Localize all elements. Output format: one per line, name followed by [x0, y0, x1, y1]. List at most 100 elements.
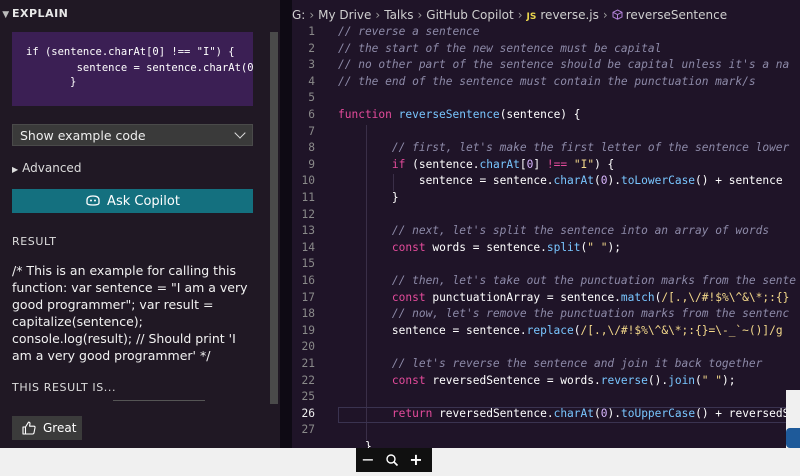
- zoom-in-button[interactable]: +: [406, 450, 426, 470]
- background-window-edge: [786, 390, 800, 448]
- example-code-line: sentence = sentence.charAt(0: [26, 62, 253, 74]
- code-line[interactable]: 5: [292, 91, 800, 108]
- line-number: 14: [301, 240, 315, 254]
- code-line[interactable]: 13 // next, let's split the sentence int…: [292, 224, 800, 241]
- code-line[interactable]: 12: [292, 208, 800, 225]
- code-line[interactable]: 17 const punctuationArray = sentence.mat…: [292, 291, 800, 308]
- line-text: }: [391, 191, 399, 204]
- code-line[interactable]: 2 // the start of the new sentence must b…: [292, 42, 800, 59]
- magnifier-icon: [386, 454, 399, 467]
- result-heading: RESULT: [12, 235, 57, 248]
- breadcrumb-item[interactable]: My Drive: [318, 8, 371, 22]
- example-code-line: if (sentence.charAt[0] !== "I") {: [26, 46, 235, 58]
- line-number: 10: [301, 174, 315, 188]
- code-line[interactable]: 4 // the end of the sentence must contain…: [292, 75, 800, 92]
- divider: [113, 400, 205, 401]
- line-number: 17: [301, 290, 315, 304]
- line-number: 2: [308, 41, 315, 55]
- line-number: 22: [301, 373, 315, 387]
- code-line[interactable]: 26 return reversedSentence.charAt(0).toU…: [292, 406, 800, 424]
- line-number: 11: [301, 191, 315, 204]
- chevron-down-icon: ▼: [2, 10, 10, 20]
- example-code-box: if (sentence.charAt[0] !== "I") { senten…: [12, 32, 253, 106]
- code-editor[interactable]: G: › My Drive › Talks › GitHub Copilot › JS rever…: [292, 0, 800, 448]
- line-text: sentence = sentence.replace(/[.,\/#!$%\^…: [391, 323, 783, 337]
- breadcrumb: G: › My Drive › Talks › GitHub Copilot › JS rever…: [292, 8, 727, 22]
- code-line[interactable]: 14 const words = sentence.split(" ");: [292, 241, 800, 258]
- line-number: 16: [301, 274, 315, 287]
- explain-section-header[interactable]: ▼ EXPLAIN: [0, 7, 68, 20]
- line-number: 27: [301, 423, 315, 437]
- chevron-right-icon: ›: [375, 8, 381, 22]
- code-line[interactable]: 16 // then, let's take out the punctuati…: [292, 274, 800, 291]
- code-line[interactable]: 25: [292, 390, 800, 407]
- line-number: 1: [308, 25, 315, 38]
- example-code-line: }: [70, 76, 77, 88]
- sidebar-scrollbar[interactable]: [270, 32, 278, 404]
- thumbs-up-icon: [22, 421, 36, 435]
- line-number: 19: [301, 323, 315, 337]
- chevron-right-icon: ›: [417, 8, 423, 22]
- line-text: // let's reverse the sentence and join i…: [391, 357, 763, 370]
- line-number: 20: [301, 340, 315, 354]
- breadcrumb-file[interactable]: reverse.js: [540, 8, 599, 22]
- line-number: 4: [308, 74, 315, 88]
- rating-heading: THIS RESULT IS...: [12, 381, 117, 394]
- line-number: 5: [308, 91, 315, 105]
- line-text: // reverse a sentence: [338, 25, 480, 38]
- code-line[interactable]: 1 // reverse a sentence: [292, 25, 800, 42]
- line-text: function reverseSentence(sentence) {: [338, 108, 581, 121]
- explain-panel: ▼ EXPLAIN if (sentence.charAt[0] !== "I")…: [0, 0, 280, 448]
- line-number: 21: [301, 357, 315, 370]
- code-line[interactable]: 18 // now, let's remove the punctuation …: [292, 307, 800, 324]
- code-line[interactable]: 10 sentence = sentence.charAt(0).toLower…: [292, 174, 800, 191]
- great-button[interactable]: Great: [12, 416, 82, 440]
- chevron-right-icon: ›: [309, 8, 315, 22]
- code-line[interactable]: }: [292, 440, 800, 448]
- breadcrumb-item[interactable]: G:: [292, 8, 305, 22]
- code-line[interactable]: 20: [292, 340, 800, 357]
- code-line[interactable]: 21 // let's reverse the sentence and joi…: [292, 357, 800, 374]
- line-number: 8: [308, 141, 315, 155]
- code-line[interactable]: 3 // no other part of the sentence should…: [292, 58, 800, 75]
- code-line[interactable]: 15: [292, 257, 800, 274]
- chevron-right-icon: ›: [602, 8, 608, 22]
- result-text: /* This is an example for calling this f…: [12, 263, 248, 363]
- line-text: const punctuationArray = sentence.match(…: [391, 290, 790, 304]
- line-text: // next, let's split the sentence into a…: [391, 224, 770, 238]
- line-number: 9: [308, 157, 315, 171]
- code-line[interactable]: 22 const reversedSentence = words.revers…: [292, 374, 800, 391]
- code-line[interactable]: 19 sentence = sentence.replace(/[.,\/#!$…: [292, 324, 800, 341]
- code-line[interactable]: 9 if (sentence.charAt[0] !== "I") {: [292, 158, 800, 175]
- line-number: 3: [308, 58, 315, 72]
- panel-divider: [280, 0, 292, 448]
- copilot-icon: [86, 195, 100, 206]
- zoom-reset-button[interactable]: [382, 450, 402, 470]
- line-text: sentence = sentence.charAt(0).toLowerCas…: [418, 174, 783, 188]
- ask-copilot-label: Ask Copilot: [107, 194, 180, 209]
- code-line[interactable]: 7: [292, 125, 800, 142]
- line-text: const reversedSentence = words.reverse()…: [391, 373, 736, 387]
- advanced-toggle[interactable]: ▶ Advanced: [12, 161, 81, 175]
- zoom-out-button[interactable]: −: [358, 450, 378, 470]
- explain-title: EXPLAIN: [12, 7, 69, 20]
- line-text: // first, let's make the first letter of…: [391, 141, 790, 155]
- line-number: 15: [301, 257, 315, 271]
- line-text: if (sentence.charAt[0] !== "I") {: [391, 157, 615, 171]
- example-code-dropdown[interactable]: Show example code: [12, 124, 253, 146]
- breadcrumb-item[interactable]: Talks: [384, 8, 413, 22]
- code-line[interactable]: 8 // first, let's make the first letter …: [292, 141, 800, 158]
- breadcrumb-symbol[interactable]: reverseSentence: [626, 8, 727, 22]
- chevron-down-icon: [234, 127, 246, 139]
- dropdown-value: Show example code: [20, 128, 146, 143]
- method-icon: [612, 9, 623, 20]
- ask-copilot-button[interactable]: Ask Copilot: [12, 189, 253, 213]
- code-line[interactable]: 11 }: [292, 191, 800, 208]
- js-file-icon: JS: [526, 12, 537, 22]
- triangle-right-icon: ▶: [12, 165, 19, 174]
- code-line[interactable]: 6 function reverseSentence(sentence) {: [292, 108, 800, 125]
- line-number: 6: [308, 108, 315, 121]
- zoom-controls: − +: [356, 448, 432, 472]
- code-line[interactable]: 27: [292, 423, 800, 440]
- breadcrumb-item[interactable]: GitHub Copilot: [426, 8, 513, 22]
